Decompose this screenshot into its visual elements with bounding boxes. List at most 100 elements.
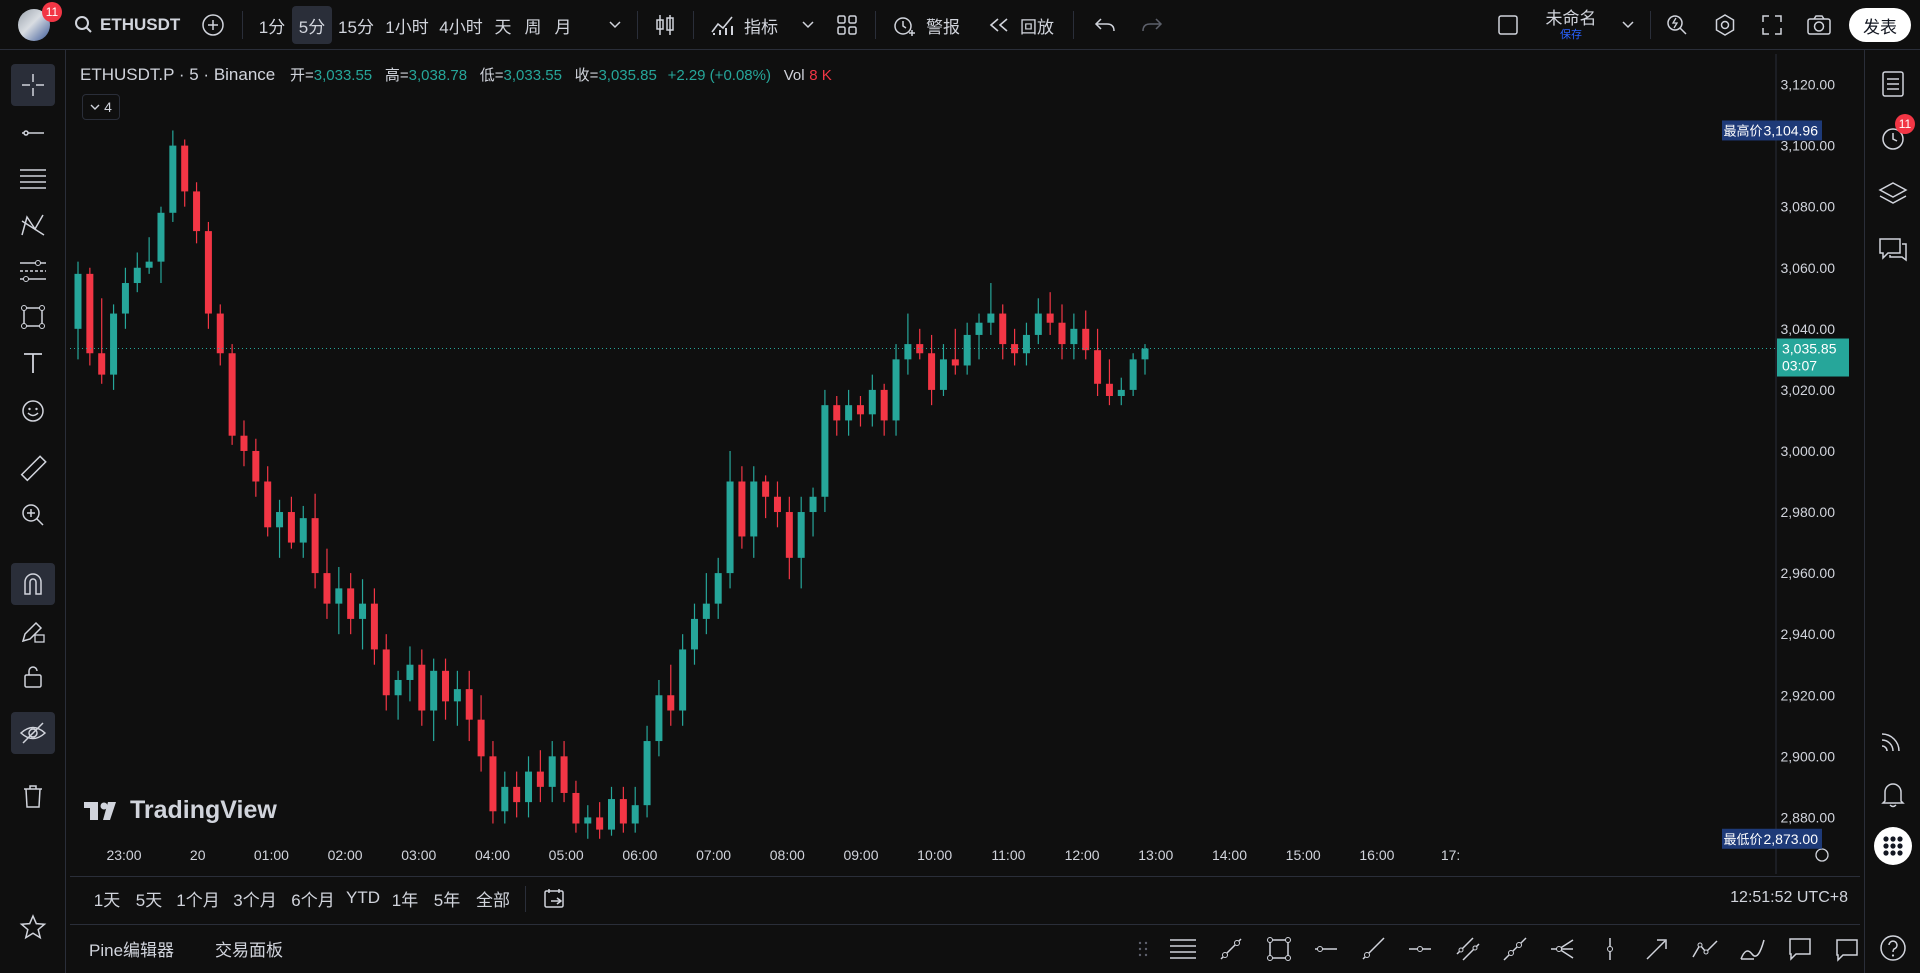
quick-path-tool[interactable] (1685, 932, 1725, 966)
settings-button[interactable] (1710, 0, 1740, 50)
range-button[interactable]: 5年 (426, 886, 468, 911)
alert-button[interactable]: 警报 (892, 0, 960, 50)
chats-button[interactable] (1871, 228, 1915, 272)
candle-body (240, 435, 248, 451)
fib-lines-icon (18, 166, 48, 192)
data-stream-button[interactable] (1871, 718, 1915, 762)
interval-button[interactable]: 周 (518, 6, 548, 44)
quick-rect-tool[interactable] (1259, 932, 1299, 966)
hide-drawings-tool[interactable] (11, 712, 55, 754)
quick-trend-tool[interactable] (1211, 932, 1251, 966)
drawing-mode-tool[interactable] (11, 610, 55, 652)
fullscreen-button[interactable] (1757, 0, 1787, 50)
layout-name-button[interactable]: 未命名 保存 (1540, 0, 1602, 50)
quick-callout-tool[interactable] (1780, 932, 1820, 966)
candle-body (939, 359, 947, 390)
interval-button[interactable]: 天 (488, 6, 518, 44)
shape-tool[interactable] (11, 296, 55, 338)
redo-button[interactable] (1137, 0, 1167, 50)
snapshot-button[interactable] (1804, 0, 1834, 50)
layout-select-button[interactable] (1493, 0, 1523, 50)
quick-hline-tool[interactable] (1306, 932, 1346, 966)
candle-body (121, 283, 129, 314)
trend-line-tool[interactable] (11, 112, 55, 154)
candle-body (892, 359, 900, 421)
trading-panel-tab[interactable]: 交易面板 (215, 936, 283, 961)
range-button[interactable]: 3个月 (226, 886, 284, 911)
replay-button[interactable]: 回放 (988, 0, 1054, 50)
pine-editor-tab[interactable]: Pine编辑器 (89, 936, 174, 961)
candle-body (785, 512, 793, 558)
quick-pitchfork-tool[interactable] (1542, 932, 1582, 966)
undo-button[interactable] (1090, 0, 1120, 50)
favorites-tool[interactable] (11, 906, 55, 948)
candle-body (963, 334, 971, 366)
indicators-dropdown[interactable] (798, 0, 818, 50)
quick-ray-tool[interactable] (1353, 932, 1393, 966)
magnet-tool[interactable] (11, 563, 55, 605)
layout-dropdown[interactable] (1618, 0, 1638, 50)
chart-type-button[interactable] (650, 0, 680, 50)
time-tick-label: 20 (190, 847, 206, 863)
tradingview-watermark: TradingView (84, 796, 277, 825)
drag-handle[interactable] (1138, 940, 1148, 958)
watchlist-button[interactable] (1871, 62, 1915, 106)
price-chart[interactable]: 3,120.003,100.003,080.003,060.003,040.00… (70, 54, 1860, 874)
quick-hray-tool[interactable] (1400, 932, 1440, 966)
price-tick-label: 3,080.00 (1781, 199, 1836, 215)
legend-title[interactable]: ETHUSDT.P · 5 · Binance (80, 65, 275, 84)
quick-search-button[interactable] (1662, 0, 1692, 50)
range-button[interactable]: 全部 (468, 886, 518, 911)
interval-button[interactable]: 1分 (252, 6, 292, 44)
candle-body (1094, 350, 1102, 384)
range-button[interactable]: YTD (342, 888, 384, 908)
user-avatar-button[interactable]: 11 (10, 0, 62, 50)
alerts-panel-button[interactable]: 11 (1871, 114, 1915, 160)
range-button[interactable]: 5天 (128, 886, 170, 911)
object-tree-button[interactable] (1871, 172, 1915, 216)
crosshair-tool[interactable] (11, 64, 55, 106)
interval-button[interactable]: 15分 (332, 6, 380, 44)
indicator-collapse-button[interactable]: 4 (82, 94, 120, 120)
notifications-button[interactable] (1871, 772, 1915, 816)
lock-tool[interactable] (11, 655, 55, 697)
quick-parallel-tool[interactable] (1448, 932, 1488, 966)
interval-button[interactable]: 5分 (292, 6, 332, 44)
emoji-tool[interactable] (11, 390, 55, 432)
candle-body (975, 322, 983, 335)
quick-arrow-tool[interactable] (1637, 932, 1677, 966)
candle-body (928, 353, 936, 390)
quick-fib-tool[interactable] (1163, 932, 1203, 966)
range-button[interactable]: 1个月 (170, 886, 226, 911)
quick-extended-tool[interactable] (1495, 932, 1535, 966)
pencil-lock-icon (20, 618, 46, 644)
interval-button[interactable]: 月 (548, 6, 578, 44)
range-button[interactable]: 6个月 (284, 886, 342, 911)
quick-brush-tool[interactable] (1732, 932, 1772, 966)
quick-comment-tool[interactable] (1827, 932, 1867, 966)
clock-display[interactable]: 12:51:52 UTC+8 (1700, 884, 1848, 912)
remove-drawings-tool[interactable] (11, 776, 55, 818)
zoom-tool[interactable] (11, 494, 55, 536)
forecast-tool[interactable] (11, 250, 55, 292)
interval-button[interactable]: 4小时 (434, 6, 488, 44)
interval-dropdown[interactable] (605, 0, 625, 50)
measure-tool[interactable] (11, 448, 55, 490)
text-tool[interactable] (11, 342, 55, 384)
fib-tool[interactable] (11, 158, 55, 200)
publish-button[interactable]: 发表 (1849, 8, 1911, 42)
apps-button[interactable] (1871, 824, 1915, 868)
goto-date-button[interactable] (540, 884, 570, 912)
templates-button[interactable] (832, 0, 862, 50)
pattern-tool[interactable] (11, 204, 55, 246)
compare-symbol-button[interactable] (198, 0, 228, 50)
quick-vline-tool[interactable] (1590, 932, 1630, 966)
help-button[interactable] (1871, 926, 1915, 970)
indicators-button[interactable]: 指标 (710, 0, 778, 50)
interval-button[interactable]: 1小时 (380, 6, 434, 44)
symbol-search-button[interactable]: ETHUSDT (74, 0, 180, 50)
chart-pane[interactable]: 3,120.00 3,100.00 3,080.00 3,060.00 3,040.00… (70, 54, 1860, 914)
divider (1650, 11, 1651, 39)
range-button[interactable]: 1天 (86, 886, 128, 911)
range-button[interactable]: 1年 (384, 886, 426, 911)
